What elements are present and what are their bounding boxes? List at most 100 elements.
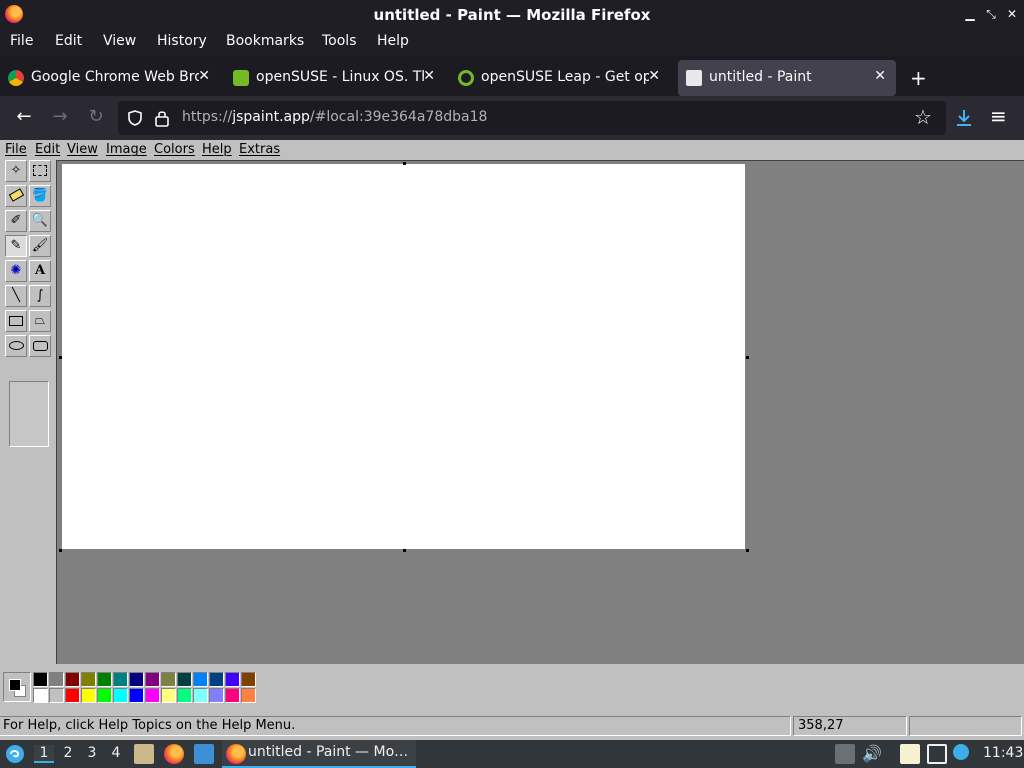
close-tab-icon[interactable]: ✕ (648, 68, 660, 84)
notification-icon[interactable] (953, 744, 969, 760)
color-swatch[interactable] (241, 672, 256, 687)
ellipse-tool[interactable] (5, 335, 27, 357)
brush-tool[interactable]: 🖌 (29, 235, 51, 257)
current-colors[interactable] (3, 672, 31, 702)
resize-handle-corner[interactable] (746, 549, 749, 552)
color-swatch[interactable] (241, 688, 256, 703)
line-tool[interactable]: ╲ (5, 285, 27, 307)
tab-opensuse-leap[interactable]: openSUSE Leap - Get op… ✕ (450, 60, 670, 96)
eraser-tool[interactable] (5, 185, 27, 207)
minimize-button[interactable]: ▁ (962, 6, 978, 22)
color-swatch[interactable] (65, 672, 80, 687)
paint-menu-view[interactable]: View (67, 142, 98, 157)
color-swatch[interactable] (209, 672, 224, 687)
forward-button[interactable]: → (48, 106, 72, 127)
download-icon[interactable] (954, 108, 974, 128)
color-swatch[interactable] (129, 688, 144, 703)
rectangle-select-tool[interactable] (29, 160, 51, 182)
paint-menu-edit[interactable]: Edit (35, 142, 60, 157)
network-icon[interactable] (927, 744, 947, 764)
color-swatch[interactable] (177, 688, 192, 703)
resize-handle-right[interactable] (746, 356, 749, 359)
paint-menu-extras[interactable]: Extras (239, 142, 280, 157)
firefox-launcher-icon[interactable] (164, 744, 184, 764)
tray-arrow-icon[interactable] (835, 744, 855, 764)
menu-file[interactable]: File (10, 33, 33, 49)
pick-color-tool[interactable]: ✐ (5, 210, 27, 232)
tab-opensuse-linux-os[interactable]: openSUSE - Linux OS. Th… ✕ (225, 60, 445, 96)
color-swatch[interactable] (161, 672, 176, 687)
text-tool[interactable]: A (29, 260, 51, 282)
color-swatch[interactable] (97, 688, 112, 703)
menu-help[interactable]: Help (377, 33, 409, 49)
color-swatch[interactable] (145, 672, 160, 687)
color-swatch[interactable] (33, 688, 48, 703)
tab-chrome-web-browser[interactable]: Google Chrome Web Bro… ✕ (0, 60, 220, 96)
clipboard-icon[interactable] (900, 744, 920, 764)
rounded-rectangle-tool[interactable] (29, 335, 51, 357)
color-swatch[interactable] (65, 688, 80, 703)
menu-edit[interactable]: Edit (55, 33, 82, 49)
color-swatch[interactable] (49, 672, 64, 687)
color-swatch[interactable] (97, 672, 112, 687)
fill-tool[interactable]: 🪣 (29, 185, 51, 207)
lock-icon[interactable] (154, 109, 170, 127)
desktop-icon[interactable] (194, 744, 214, 764)
color-swatch[interactable] (113, 688, 128, 703)
workspace-2[interactable]: 2 (58, 745, 78, 761)
close-tab-icon[interactable]: ✕ (198, 68, 210, 84)
foreground-color[interactable] (9, 679, 21, 691)
color-swatch[interactable] (161, 688, 176, 703)
color-swatch[interactable] (113, 672, 128, 687)
paint-menu-image[interactable]: Image (106, 142, 147, 157)
color-swatch[interactable] (177, 672, 192, 687)
paint-menu-file[interactable]: File (5, 142, 27, 157)
bookmark-star-icon[interactable]: ☆ (914, 105, 932, 129)
paint-menu-help[interactable]: Help (202, 142, 232, 157)
start-menu-icon[interactable] (5, 744, 25, 764)
color-swatch[interactable] (225, 672, 240, 687)
color-swatch[interactable] (225, 688, 240, 703)
color-swatch[interactable] (49, 688, 64, 703)
color-swatch[interactable] (81, 688, 96, 703)
polygon-tool[interactable]: ⏢ (29, 310, 51, 332)
menu-view[interactable]: View (103, 33, 136, 49)
free-form-select-tool[interactable]: ✧ (5, 160, 27, 182)
curve-tool[interactable]: ∫ (29, 285, 51, 307)
close-tab-icon[interactable]: ✕ (423, 68, 435, 84)
close-tab-icon[interactable]: ✕ (874, 68, 886, 84)
tool-options-box[interactable] (9, 381, 49, 447)
drawing-canvas[interactable] (62, 164, 745, 549)
color-swatch[interactable] (129, 672, 144, 687)
close-window-button[interactable]: ✕ (1004, 6, 1020, 22)
hamburger-menu-icon[interactable]: ≡ (990, 104, 1007, 128)
menu-bookmarks[interactable]: Bookmarks (226, 33, 304, 49)
file-manager-icon[interactable] (134, 744, 154, 764)
tab-untitled-paint[interactable]: untitled - Paint ✕ (678, 60, 896, 96)
paint-menu-colors[interactable]: Colors (154, 142, 195, 157)
volume-icon[interactable]: 🔊 (862, 744, 882, 764)
rectangle-tool[interactable] (5, 310, 27, 332)
color-swatch[interactable] (193, 688, 208, 703)
reload-button[interactable]: ↻ (84, 106, 108, 127)
menu-tools[interactable]: Tools (322, 33, 357, 49)
workspace-3[interactable]: 3 (82, 745, 102, 761)
airbrush-tool[interactable]: ✺ (5, 260, 27, 282)
url-text[interactable]: https://jspaint.app/#local:39e364a78dba1… (182, 109, 487, 125)
new-tab-button[interactable]: + (910, 66, 927, 90)
menu-history[interactable]: History (157, 33, 207, 49)
color-swatch[interactable] (81, 672, 96, 687)
pencil-tool[interactable]: ✎ (5, 235, 27, 257)
workspace-1[interactable]: 1 (34, 745, 54, 763)
magnifier-tool[interactable]: 🔍 (29, 210, 51, 232)
color-swatch[interactable] (145, 688, 160, 703)
color-swatch[interactable] (209, 688, 224, 703)
maximize-button[interactable]: ⤡ (983, 6, 999, 22)
taskbar-window-paint[interactable]: untitled - Paint — Mo… (222, 740, 416, 768)
url-bar[interactable]: https://jspaint.app/#local:39e364a78dba1… (118, 101, 946, 135)
color-swatch[interactable] (193, 672, 208, 687)
color-swatch[interactable] (33, 672, 48, 687)
shield-icon[interactable] (126, 109, 144, 127)
resize-handle-bottom[interactable] (403, 549, 406, 552)
workspace-4[interactable]: 4 (106, 745, 126, 761)
